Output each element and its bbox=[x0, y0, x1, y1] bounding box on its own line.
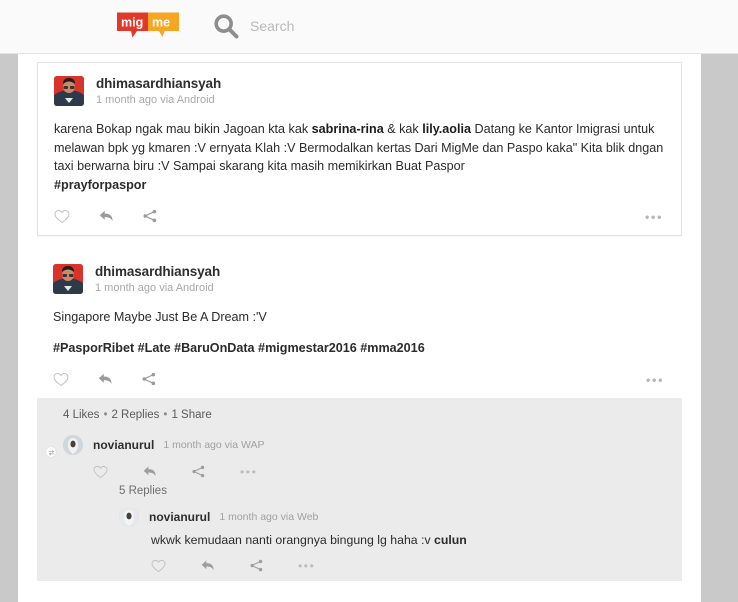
avatar[interactable] bbox=[63, 435, 83, 455]
post-hashtag[interactable]: #PasporRibet #Late #BaruOnData #migmesta… bbox=[53, 339, 666, 358]
comment-timestamp: 1 month ago via Web bbox=[219, 511, 319, 523]
post-card: dhimasardhiansyah 1 month ago via Androi… bbox=[37, 251, 682, 581]
comments-panel: 4 Likes • 2 Replies • 1 Share novianurul… bbox=[37, 398, 682, 581]
reply-button[interactable] bbox=[97, 371, 141, 387]
comment-author-name[interactable]: novianurul bbox=[93, 438, 154, 452]
share-icon bbox=[143, 209, 157, 223]
like-button[interactable] bbox=[93, 465, 142, 479]
share-icon bbox=[192, 465, 205, 478]
stat-separator: • bbox=[103, 409, 108, 421]
post-card: dhimasardhiansyah 1 month ago via Androi… bbox=[37, 62, 682, 236]
like-button[interactable] bbox=[151, 559, 200, 573]
like-button[interactable] bbox=[54, 209, 98, 224]
share-button[interactable] bbox=[191, 464, 240, 479]
mention-lily-aolia[interactable]: lily.aolia bbox=[422, 122, 471, 136]
avatar-image bbox=[54, 76, 84, 106]
like-button[interactable] bbox=[53, 372, 97, 387]
post-stats: 4 Likes • 2 Replies • 1 Share bbox=[37, 409, 682, 431]
avatar-image bbox=[119, 507, 139, 527]
heart-icon bbox=[151, 559, 166, 572]
post-author-name[interactable]: dhimasardhiansyah bbox=[95, 264, 220, 279]
post-timestamp: 1 month ago via Android bbox=[96, 94, 215, 106]
top-navigation-bar: mig me bbox=[0, 0, 738, 54]
comment-item: novianurul 1 month ago via Web wkwk kemu… bbox=[93, 503, 682, 579]
reply-icon bbox=[201, 560, 214, 571]
comment-text-pre: wkwk kemudaan nanti orangnya bingung lg … bbox=[151, 533, 435, 547]
comment-header: novianurul 1 month ago via Web bbox=[119, 507, 682, 527]
comment-timestamp: 1 month ago via WAP bbox=[163, 439, 265, 451]
avatar[interactable] bbox=[53, 264, 83, 294]
replies-toggle[interactable]: 5 Replies bbox=[89, 483, 682, 503]
post-action-bar: ••• bbox=[38, 198, 681, 235]
reply-button[interactable] bbox=[98, 208, 142, 224]
post-text-spacer bbox=[53, 327, 666, 339]
post-timestamp: 1 month ago via Android bbox=[95, 282, 214, 294]
comment-badge-icon bbox=[45, 446, 57, 458]
post-more-menu[interactable]: ••• bbox=[645, 210, 663, 223]
comment-author-name[interactable]: novianurul bbox=[149, 510, 210, 524]
reply-button[interactable] bbox=[200, 558, 249, 573]
right-gutter bbox=[701, 54, 738, 602]
comment-action-bar: ••• bbox=[151, 549, 682, 577]
post-more-menu[interactable]: ••• bbox=[646, 373, 664, 386]
nested-replies: novianurul 1 month ago via Web wkwk kemu… bbox=[93, 503, 682, 579]
comment-text-bold: culun bbox=[434, 533, 467, 547]
post-header: dhimasardhiansyah 1 month ago via Androi… bbox=[37, 251, 682, 300]
transfer-icon bbox=[48, 449, 54, 455]
mention-sabrina-rina[interactable]: sabrina-rina bbox=[312, 122, 384, 136]
post-action-bar: ••• bbox=[37, 361, 682, 398]
post-author-name[interactable]: dhimasardhiansyah bbox=[96, 76, 221, 91]
migme-logo-icon: mig me bbox=[117, 12, 179, 38]
heart-icon bbox=[54, 209, 70, 223]
svg-text:mig: mig bbox=[121, 16, 143, 30]
comment-action-bar: ••• bbox=[93, 455, 682, 483]
post-hashtag[interactable]: #prayforpaspor bbox=[54, 176, 665, 195]
search-input[interactable] bbox=[250, 18, 490, 34]
comment-item: novianurul 1 month ago via WAP ••• 5 Rep… bbox=[37, 431, 682, 581]
post-separator bbox=[37, 236, 682, 251]
heart-icon bbox=[53, 372, 69, 386]
post-body: Singapore Maybe Just Be A Dream :'V #Pas… bbox=[37, 300, 682, 361]
search-area[interactable] bbox=[212, 12, 490, 40]
share-button[interactable] bbox=[141, 371, 185, 387]
reply-button[interactable] bbox=[142, 464, 191, 479]
shares-count[interactable]: 1 Share bbox=[171, 409, 211, 421]
share-button[interactable] bbox=[249, 558, 298, 573]
search-icon[interactable] bbox=[212, 12, 240, 40]
page-root: mig me Search dhimasardhiansyah 1 month … bbox=[0, 0, 738, 602]
likes-count[interactable]: 4 Likes bbox=[63, 409, 99, 421]
post-body: karena Bokap ngak mau bikin Jagoan kta k… bbox=[38, 112, 681, 198]
share-icon bbox=[142, 372, 156, 386]
left-gutter bbox=[0, 54, 18, 602]
replies-count[interactable]: 2 Replies bbox=[111, 409, 159, 421]
post-header: dhimasardhiansyah 1 month ago via Androi… bbox=[38, 63, 681, 112]
reply-icon bbox=[98, 373, 112, 384]
stat-separator: • bbox=[163, 409, 168, 421]
post-feed: dhimasardhiansyah 1 month ago via Androi… bbox=[37, 62, 682, 581]
post-author-block: dhimasardhiansyah 1 month ago via Androi… bbox=[95, 264, 220, 296]
post-text-pre: karena Bokap ngak mau bikin Jagoan kta k… bbox=[54, 122, 312, 136]
avatar-image bbox=[53, 264, 83, 294]
comment-text: wkwk kemudaan nanti orangnya bingung lg … bbox=[151, 532, 682, 549]
post-text-mid: & kak bbox=[383, 122, 423, 136]
avatar[interactable] bbox=[54, 76, 84, 106]
comment-more-menu[interactable]: ••• bbox=[240, 466, 257, 478]
svg-text:me: me bbox=[152, 16, 170, 30]
content-column: dhimasardhiansyah 1 month ago via Androi… bbox=[18, 54, 701, 602]
reply-icon bbox=[143, 466, 156, 477]
post-text: Singapore Maybe Just Be A Dream :'V bbox=[53, 310, 267, 324]
comment-more-menu[interactable]: ••• bbox=[298, 560, 315, 572]
share-button[interactable] bbox=[142, 208, 186, 224]
avatar-image bbox=[63, 435, 83, 455]
share-icon bbox=[250, 559, 263, 572]
heart-icon bbox=[93, 465, 108, 478]
post-author-block: dhimasardhiansyah 1 month ago via Androi… bbox=[96, 76, 221, 108]
avatar[interactable] bbox=[119, 507, 139, 527]
comment-header: novianurul 1 month ago via WAP bbox=[45, 435, 682, 458]
reply-icon bbox=[99, 210, 113, 221]
migme-logo[interactable]: mig me bbox=[116, 11, 180, 41]
